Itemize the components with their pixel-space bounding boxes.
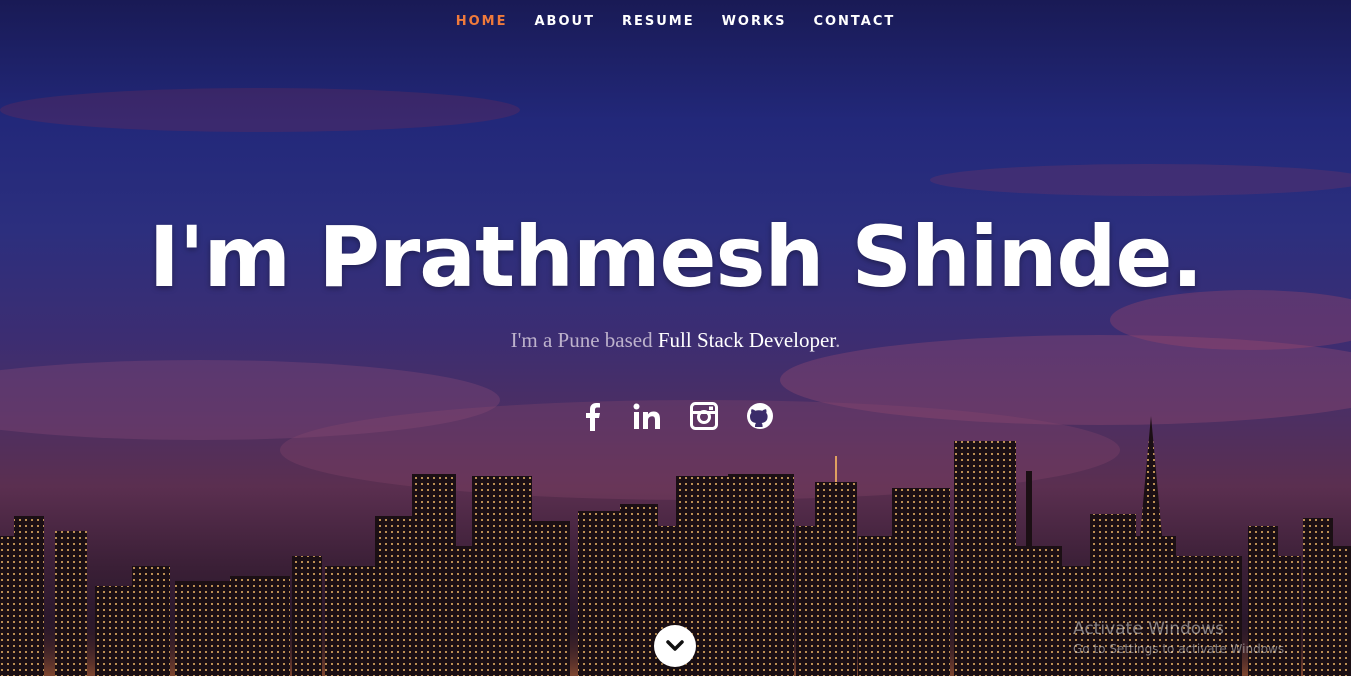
tagline-suffix: . — [835, 328, 841, 352]
nav-resume[interactable]: RESUME — [622, 14, 695, 29]
watermark-subtitle: Go to Settings to activate Windows. — [1073, 642, 1288, 656]
main-nav: HOME ABOUT RESUME WORKS CONTACT — [0, 14, 1351, 29]
hero-title: I'm Prathmesh Shinde. — [148, 208, 1204, 306]
nav-contact[interactable]: CONTACT — [813, 14, 895, 29]
watermark-title: Activate Windows — [1073, 619, 1224, 639]
tagline-role: Full Stack Developer — [657, 328, 836, 352]
facebook-icon[interactable] — [576, 400, 608, 432]
nav-works[interactable]: WORKS — [722, 14, 787, 29]
windows-activation-watermark: Activate Windows Go to Settings to activ… — [1073, 619, 1288, 656]
nav-about[interactable]: ABOUT — [535, 14, 595, 29]
linkedin-icon[interactable] — [632, 400, 664, 432]
hero-section: HOME ABOUT RESUME WORKS CONTACT I'm Prat… — [0, 0, 1351, 676]
scroll-down-button[interactable] — [654, 625, 696, 667]
hero-tagline: I'm a Pune based Full Stack Developer. — [0, 328, 1351, 353]
instagram-icon[interactable] — [688, 400, 720, 432]
nav-home[interactable]: HOME — [456, 14, 508, 29]
social-links — [0, 400, 1351, 432]
chevron-down-icon — [666, 640, 684, 651]
tagline-prefix: I'm a Pune based — [510, 328, 658, 352]
github-icon[interactable] — [744, 400, 776, 432]
